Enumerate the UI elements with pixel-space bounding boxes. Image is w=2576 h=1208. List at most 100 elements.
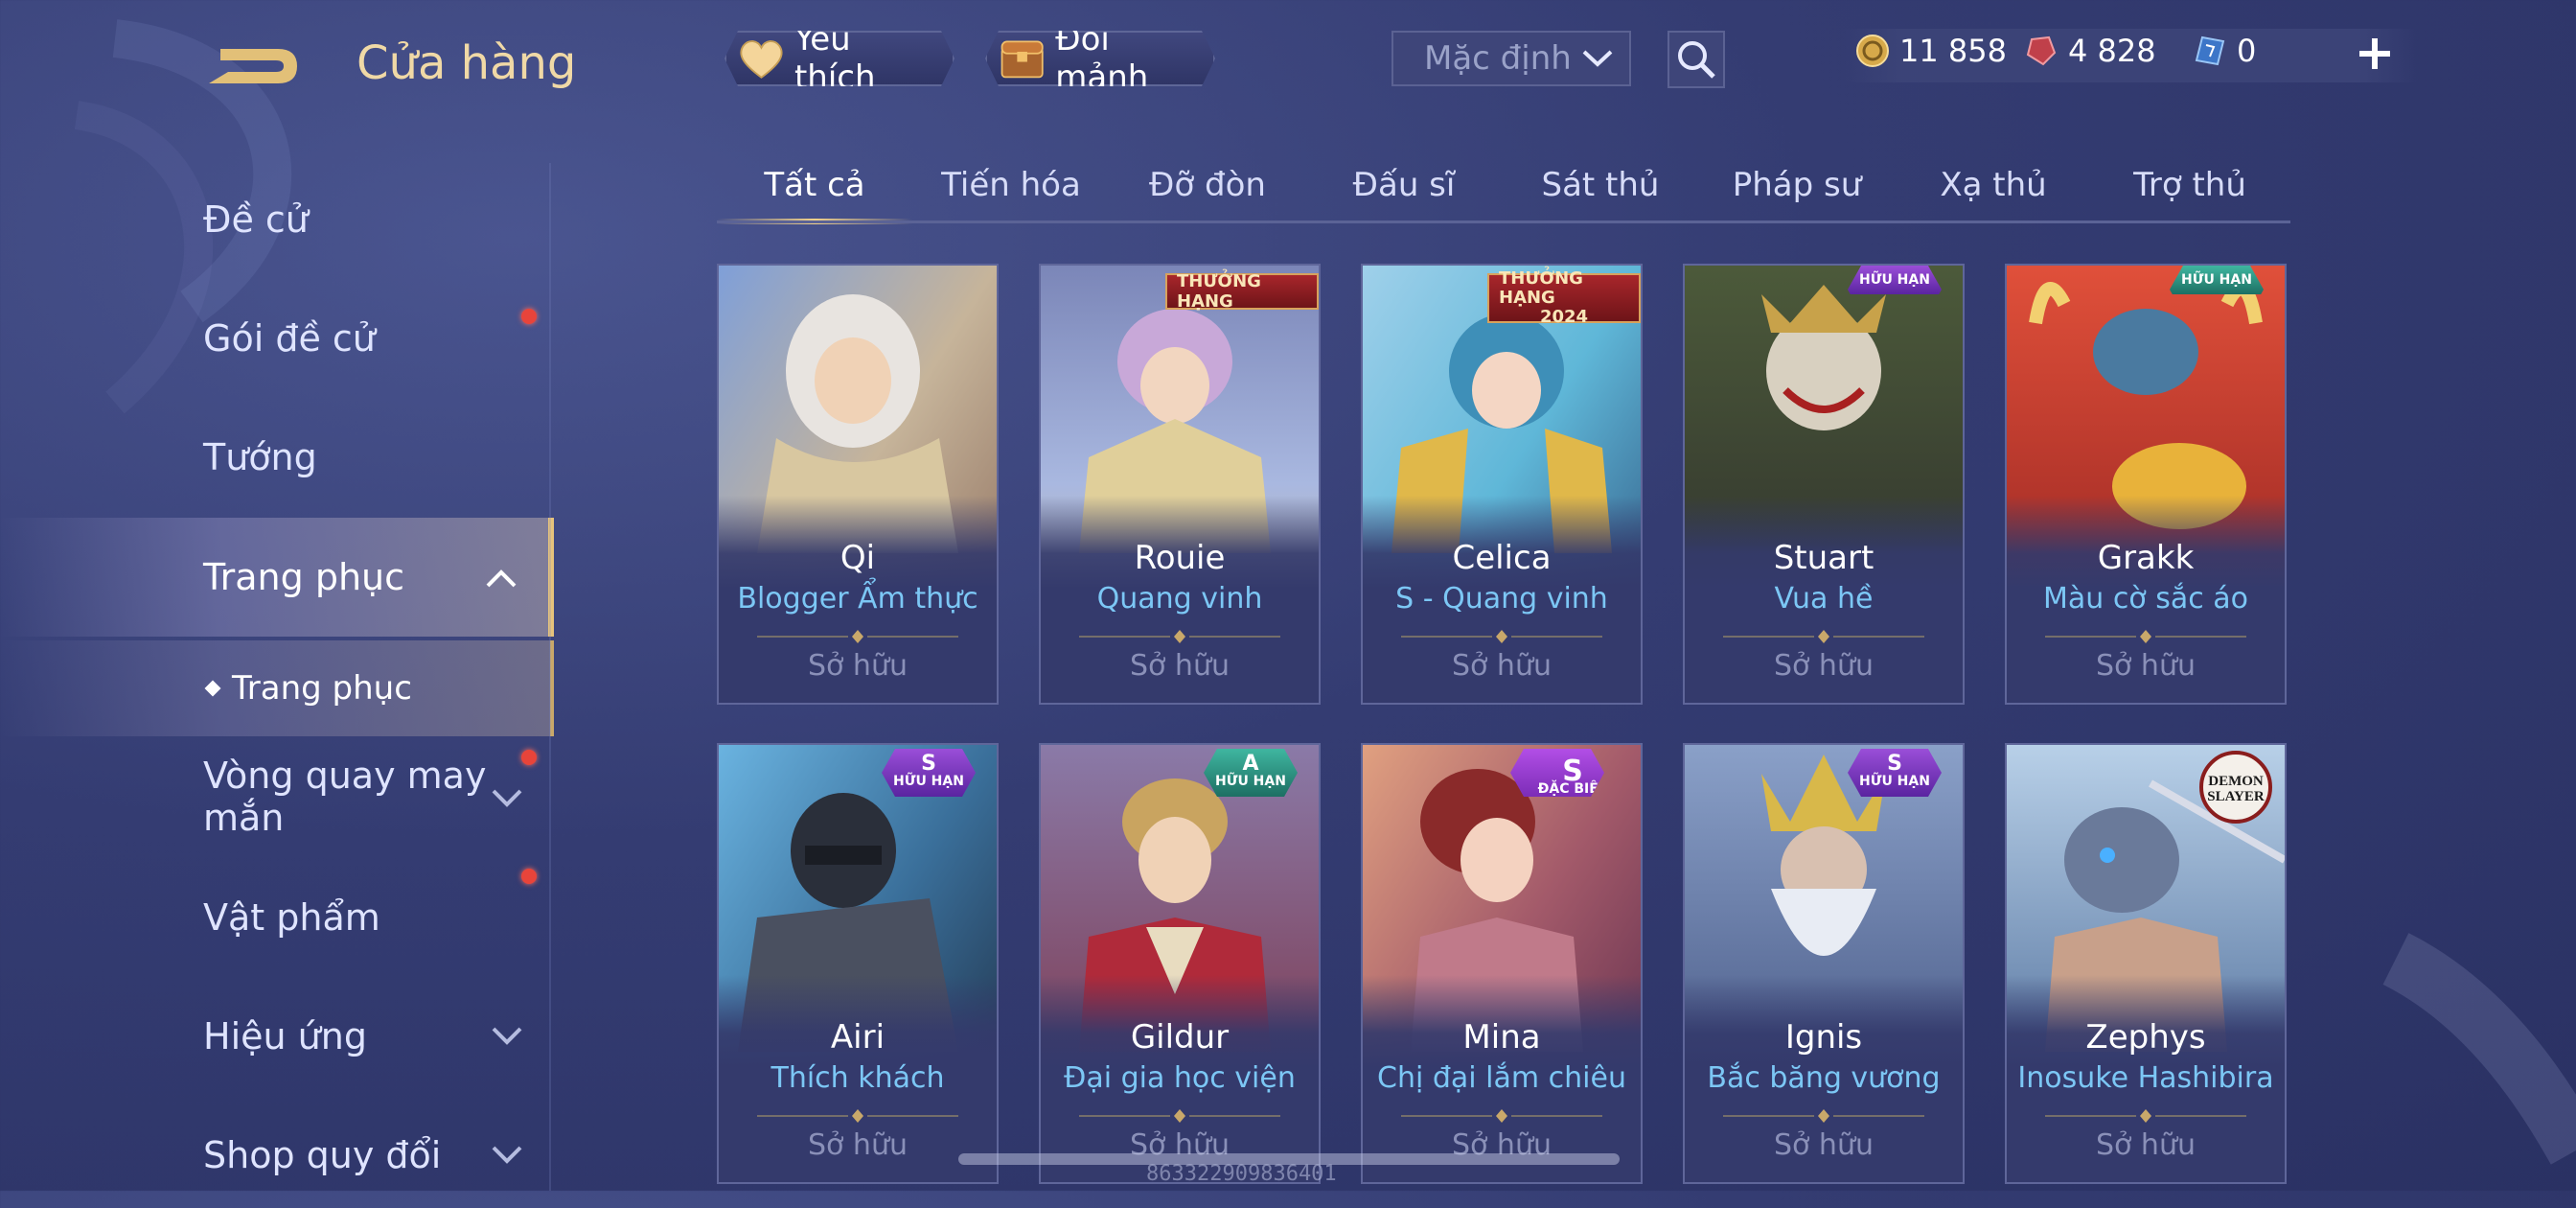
badge-tier: S — [921, 752, 936, 776]
add-currency-button[interactable] — [2350, 29, 2400, 79]
limited-badge: HỮU HẠN — [1848, 266, 1942, 294]
divider — [2045, 1109, 2246, 1123]
tab-support[interactable]: Trợ thủ — [2092, 153, 2288, 226]
divider — [757, 630, 958, 643]
skin-name: Đại gia học viện — [1064, 1061, 1296, 1095]
badge-year: 2024 — [1539, 307, 1589, 327]
badge-tier: S — [1562, 755, 1583, 788]
sidebar-item-featured[interactable]: Đề cử — [0, 167, 554, 272]
tab-mage[interactable]: Pháp sư — [1699, 153, 1895, 226]
sidebar-subitem-skins[interactable]: Trang phục — [0, 640, 554, 736]
favorites-label: Yêu thích — [794, 20, 876, 97]
sidebar: Đề cử Gói đề cử Tướng Trang phục Trang p… — [0, 144, 554, 1191]
skin-name: Màu cờ sắc áo — [2043, 582, 2248, 616]
hero-name: Celica — [1452, 539, 1552, 577]
divider — [1079, 630, 1280, 643]
gold-coin-icon — [1856, 35, 1889, 67]
search-button[interactable] — [1668, 31, 1725, 88]
gem-currency: 4 828 — [2024, 33, 2156, 69]
skin-name: Thích khách — [770, 1061, 945, 1095]
voucher-currency: 0 — [2193, 33, 2256, 69]
shard-exchange-label: Đổi mảnh — [1055, 20, 1149, 97]
skin-card[interactable]: HỮU HẠN Grakk Màu cờ sắc áo Sở hữu — [2005, 264, 2287, 705]
rank-reward-badge: THƯỞNG HẠNG — [1165, 271, 1319, 312]
tier-badge: S HỮU HẠN — [882, 749, 976, 797]
sidebar-item-items[interactable]: Vật phẩm — [0, 865, 554, 970]
skin-name: S - Quang vinh — [1395, 582, 1608, 616]
skin-card[interactable]: DEMON SLAYER Zephys Inosuke Hashibira Sở… — [2005, 743, 2287, 1184]
tier-badge: A HỮU HẠN — [1204, 749, 1298, 797]
skin-card[interactable]: THƯỞNG HẠNG Rouie Quang vinh Sở hữu — [1039, 264, 1321, 705]
heart-icon — [738, 36, 785, 81]
skin-card[interactable]: HỮU HẠN Stuart Vua hề Sở hữu — [1683, 264, 1965, 705]
badge-label: THƯỞNG HẠNG — [1499, 268, 1583, 308]
ownership-status: Sở hữu — [1130, 649, 1230, 683]
badge-label: HỮU HẠN — [1215, 774, 1286, 789]
plus-icon — [2359, 38, 2390, 69]
sort-dropdown[interactable]: Mặc định — [1392, 31, 1631, 86]
divider — [1723, 1109, 1924, 1123]
chevron-down-icon — [492, 1146, 522, 1164]
tab-all[interactable]: Tất cả — [717, 153, 912, 226]
skin-grid: Qi Blogger Ẩm thực Sở hữu THƯỞNG HẠNG Ro… — [717, 264, 2290, 1191]
tab-evolution[interactable]: Tiến hóa — [913, 153, 1109, 226]
skin-card[interactable]: S ĐẶC BIỆT Mina Chị đại lắm chiêu Sở hữu — [1361, 743, 1643, 1184]
demon-slayer-logo: DEMON SLAYER — [2199, 751, 2272, 824]
sidebar-item-label: Trang phục — [203, 556, 405, 598]
voucher-icon — [2195, 35, 2225, 66]
notification-dot — [521, 309, 537, 324]
sidebar-item-label: Đề cử — [203, 198, 309, 241]
hero-name: Stuart — [1773, 539, 1874, 577]
divider — [2045, 630, 2246, 643]
sidebar-item-exchange-shop[interactable]: Shop quy đổi — [0, 1103, 554, 1208]
sort-value: Mặc định — [1424, 39, 1572, 78]
badge-label: HỮU HẠN — [1859, 774, 1930, 789]
ownership-status: Sở hữu — [1452, 649, 1552, 683]
skin-card[interactable]: THƯỞNG HẠNG 2024 Celica S - Quang vinh S… — [1361, 264, 1643, 705]
ownership-status: Sở hữu — [2096, 1128, 2196, 1162]
hero-name: Airi — [830, 1018, 886, 1057]
sidebar-item-featured-packs[interactable]: Gói đề cử — [0, 286, 554, 391]
category-tabs: Tất cả Tiến hóa Đỡ đòn Đấu sĩ Sát thủ Ph… — [717, 153, 2290, 226]
divider — [1723, 630, 1924, 643]
badge-label: HỮU HẠN — [1859, 272, 1930, 288]
ownership-status: Sở hữu — [1774, 1128, 1874, 1162]
sidebar-item-heroes[interactable]: Tướng — [0, 405, 554, 510]
tab-tank[interactable]: Đỡ đòn — [1110, 153, 1305, 226]
ownership-status: Sở hữu — [1774, 649, 1874, 683]
skin-card[interactable]: S HỮU HẠN Airi Thích khách Sở hữu — [717, 743, 999, 1184]
divider — [757, 1109, 958, 1123]
hero-name: Gildur — [1130, 1018, 1230, 1057]
badge-label: HỮU HẠN — [893, 774, 964, 789]
gold-currency: 11 858 — [1855, 33, 2007, 69]
divider — [1401, 630, 1602, 643]
sidebar-item-lucky-wheel[interactable]: Vòng quay may mắn — [0, 744, 554, 849]
skin-name: Blogger Ẩm thực — [737, 582, 978, 616]
chevron-down-icon — [492, 1027, 522, 1045]
badge-tier: A — [1242, 752, 1259, 776]
tab-marksman[interactable]: Xạ thủ — [1896, 153, 2091, 226]
divider — [1401, 1109, 1602, 1123]
hero-name: Rouie — [1134, 539, 1226, 577]
sidebar-item-label: Shop quy đổi — [203, 1134, 442, 1176]
skin-name: Bắc băng vương — [1707, 1061, 1941, 1095]
tab-warrior[interactable]: Đấu sĩ — [1306, 153, 1502, 226]
user-id: 863322909836401 — [1146, 1162, 1337, 1186]
diamond-bullet-icon — [204, 680, 221, 697]
shard-exchange-button[interactable]: Đổi mảnh — [985, 31, 1215, 86]
sidebar-subitem-label: Trang phục — [232, 669, 412, 708]
back-arrow-icon[interactable] — [201, 34, 307, 101]
tab-assassin[interactable]: Sát thủ — [1503, 153, 1698, 226]
skin-card[interactable]: A HỮU HẠN Gildur Đại gia học viện Sở hữu — [1039, 743, 1321, 1184]
hero-name: Zephys — [2085, 1018, 2206, 1057]
skin-name: Inosuke Hashibira — [2017, 1061, 2274, 1095]
sidebar-item-skins[interactable]: Trang phục — [0, 518, 554, 637]
red-gem-icon — [2026, 35, 2057, 66]
favorites-button[interactable]: Yêu thích — [724, 31, 954, 86]
chevron-up-icon — [486, 569, 517, 588]
chevron-down-icon — [1582, 50, 1613, 67]
skin-card[interactable]: Qi Blogger Ẩm thực Sở hữu — [717, 264, 999, 705]
divider — [1079, 1109, 1280, 1123]
skin-card[interactable]: S HỮU HẠN Ignis Bắc băng vương Sở hữu — [1683, 743, 1965, 1184]
sidebar-item-effects[interactable]: Hiệu ứng — [0, 984, 554, 1089]
